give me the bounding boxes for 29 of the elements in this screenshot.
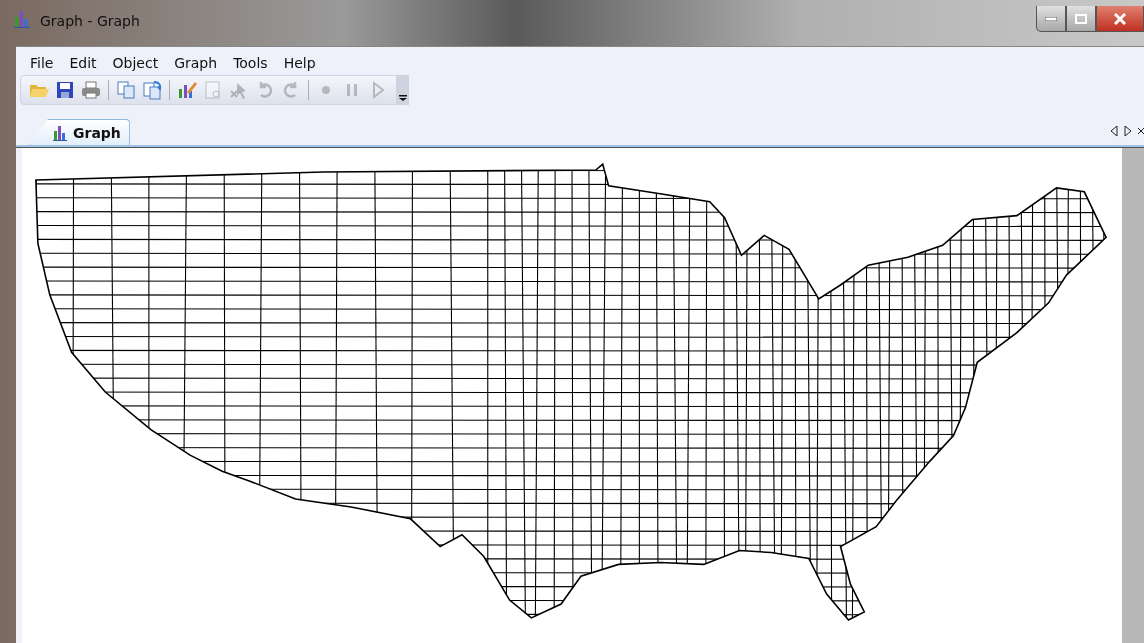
scroll-right-icon[interactable]: [1124, 125, 1132, 137]
menu-item[interactable]: Edit: [63, 53, 103, 73]
bar-chart-icon: [53, 124, 69, 141]
menu-item[interactable]: Graph: [168, 53, 224, 73]
toolbar-button[interactable]: [140, 78, 164, 102]
chart-edit-icon: [177, 80, 197, 100]
tab[interactable]: Graph: [30, 119, 130, 145]
menu-item[interactable]: Help: [277, 53, 322, 73]
window-title: Graph - Graph: [40, 13, 140, 29]
overflow-icon: [399, 95, 407, 101]
close-tab-icon[interactable]: [1138, 126, 1144, 136]
toolbar-button[interactable]: [79, 78, 103, 102]
maximize-icon: [1075, 13, 1087, 24]
document-search-icon: [203, 80, 223, 100]
maximize-button[interactable]: [1066, 6, 1096, 32]
printer-icon: [81, 80, 101, 100]
scroll-left-icon[interactable]: [1110, 125, 1118, 137]
minimize-button[interactable]: [1036, 6, 1066, 32]
menu-item[interactable]: File: [24, 53, 60, 73]
bar-chart-icon: [14, 10, 32, 28]
close-button[interactable]: [1096, 6, 1144, 32]
menu-item[interactable]: Tools: [227, 53, 274, 73]
save-icon: [55, 80, 75, 100]
copy-icon: [116, 80, 136, 100]
menu-item[interactable]: Object: [106, 53, 165, 73]
paste-icon: [142, 80, 162, 100]
toolbar-overflow-button[interactable]: [397, 75, 409, 105]
minimize-icon: [1045, 16, 1057, 21]
close-icon: [1114, 12, 1126, 25]
